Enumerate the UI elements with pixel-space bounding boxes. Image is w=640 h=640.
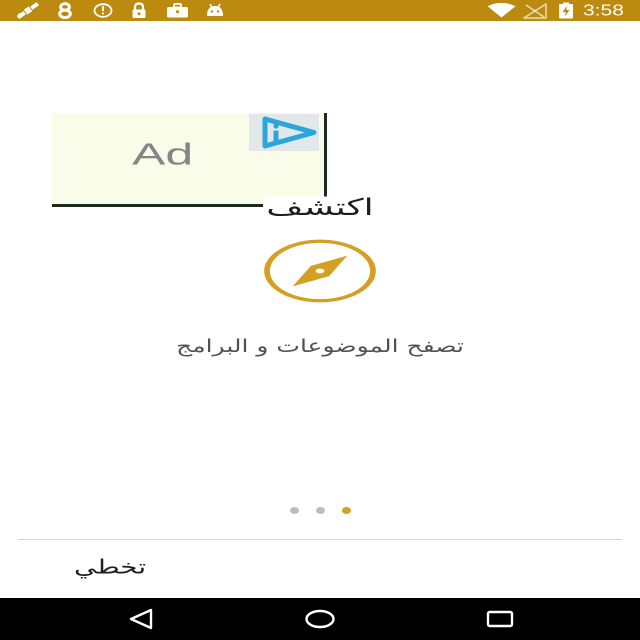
onboarding-title: اكتشف <box>263 196 377 220</box>
home-button[interactable] <box>304 609 336 629</box>
home-icon <box>305 609 335 629</box>
page-dot-active <box>341 506 351 514</box>
page-dot <box>315 506 325 514</box>
back-button[interactable] <box>127 608 155 630</box>
status-bar: 3:58 <box>0 0 640 21</box>
back-icon <box>129 608 153 630</box>
recents-button[interactable] <box>486 610 514 628</box>
briefcase-icon <box>166 2 189 18</box>
adchoices-icon[interactable] <box>249 114 319 151</box>
onboarding-subtitle: تصفح الموضوعات و البرامج <box>176 335 464 357</box>
page-indicator <box>0 506 640 514</box>
signal-off-icon <box>522 3 548 19</box>
page-dot <box>289 506 299 514</box>
android-icon <box>205 3 225 18</box>
onboarding-title-row: اكتشف <box>0 190 640 226</box>
ad-label: Ad <box>132 136 194 172</box>
satellite-icon <box>15 1 41 20</box>
recents-icon <box>486 610 514 628</box>
onboarding-subtitle-row: تصفح الموضوعات و البرامج <box>0 331 640 361</box>
app-notification-icon <box>55 2 75 20</box>
footer-divider <box>18 539 622 540</box>
skip-button[interactable]: تخطي <box>74 557 146 577</box>
status-time: 3:58 <box>583 1 624 20</box>
lock-icon <box>130 2 148 19</box>
navigation-bar <box>0 598 640 640</box>
wifi-icon <box>487 2 516 18</box>
battery-charging-icon <box>557 2 575 19</box>
compass-icon <box>263 239 377 303</box>
alert-circle-icon <box>93 3 113 18</box>
